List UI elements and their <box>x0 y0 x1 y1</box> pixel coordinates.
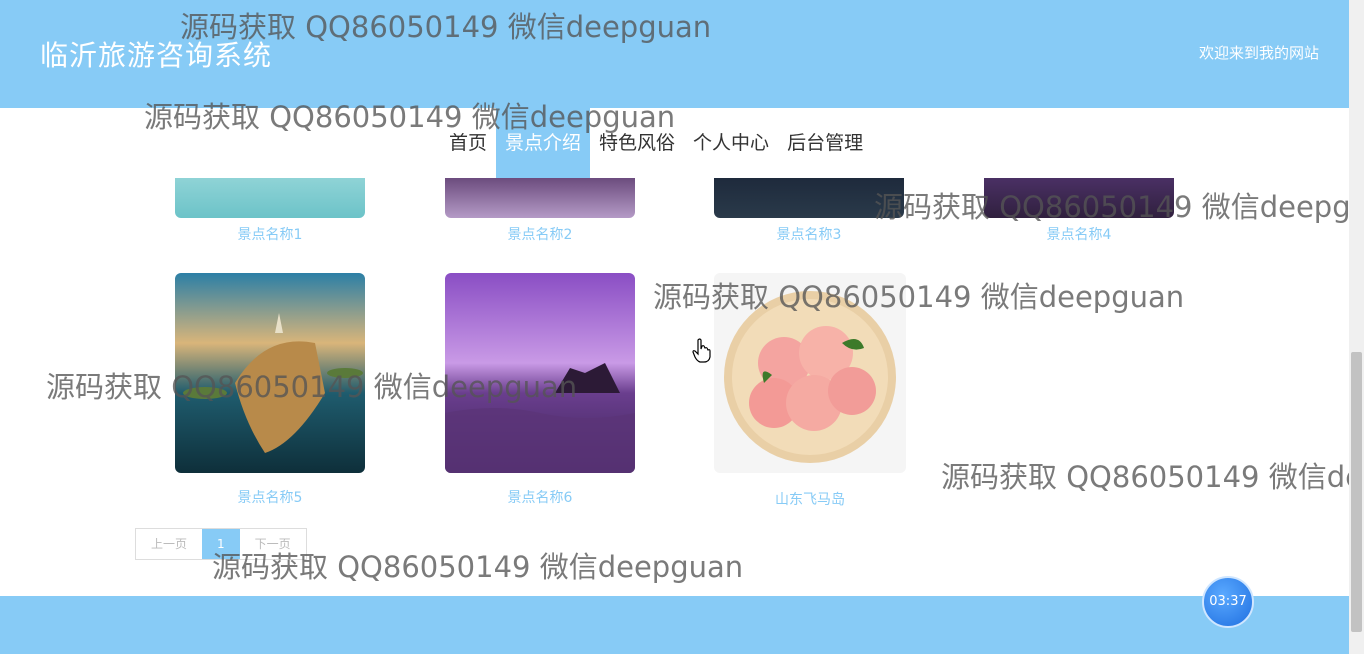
watermark-1: 源码获取 QQ86050149 微信deepguan <box>180 10 712 44</box>
watermark-7: 源码获取 QQ86050149 微信deepguan <box>212 550 744 584</box>
watermark-3: 源码获取 QQ86050149 微信deepguan <box>874 190 1349 224</box>
spot-name-4[interactable]: 景点名称4 <box>984 224 1174 244</box>
prev-page-button[interactable]: 上一页 <box>136 529 202 559</box>
spot-name-7[interactable]: 山东飞马岛 <box>714 489 906 509</box>
spot-name-1[interactable]: 景点名称1 <box>175 224 365 244</box>
spot-image-2[interactable] <box>445 178 635 218</box>
watermark-6: 源码获取 QQ86050149 微信deepguan <box>941 460 1349 494</box>
scrollbar-thumb[interactable] <box>1351 352 1362 632</box>
welcome-text: 欢迎来到我的网站 <box>1198 44 1319 62</box>
spot-name-5[interactable]: 景点名称5 <box>175 487 365 507</box>
page-scrollbar[interactable] <box>1349 0 1364 654</box>
watermark-5: 源码获取 QQ86050149 微信deepguan <box>46 370 578 404</box>
spot-name-3[interactable]: 景点名称3 <box>714 224 904 244</box>
spot-name-6[interactable]: 景点名称6 <box>445 487 635 507</box>
spot-name-2[interactable]: 景点名称2 <box>445 224 635 244</box>
nav-admin[interactable]: 后台管理 <box>778 108 872 178</box>
watermark-4: 源码获取 QQ86050149 微信deepguan <box>653 280 1185 314</box>
spot-image-1[interactable] <box>175 178 365 218</box>
watermark-2: 源码获取 QQ86050149 微信deepguan <box>144 100 676 134</box>
nav-profile[interactable]: 个人中心 <box>684 108 778 178</box>
hand-cursor-icon <box>692 338 711 363</box>
timer-badge[interactable]: 03:37 <box>1202 576 1254 628</box>
site-footer <box>0 596 1349 654</box>
